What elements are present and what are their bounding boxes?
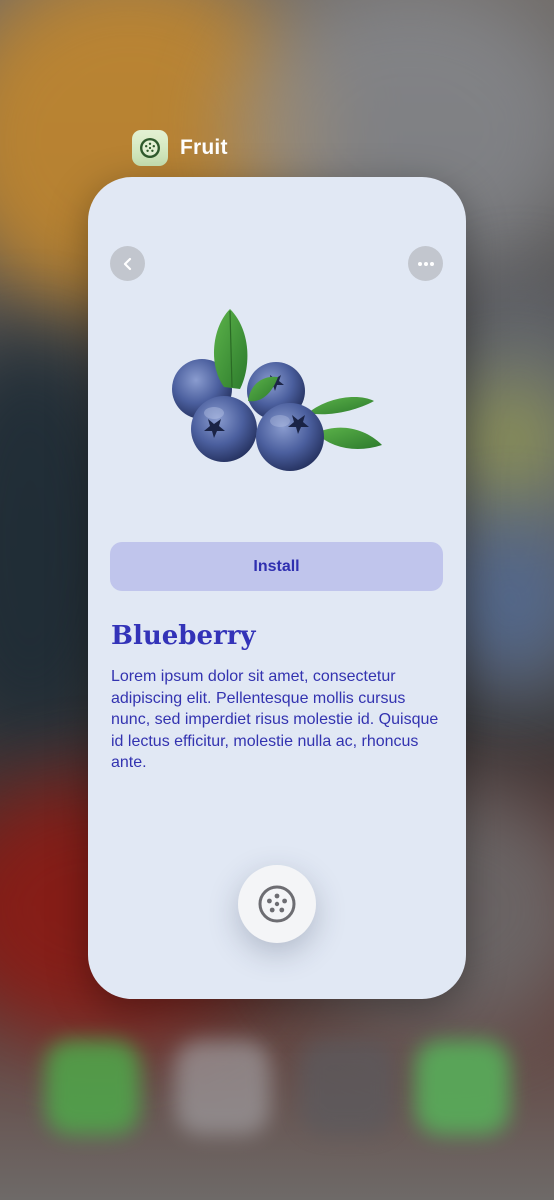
fruit-icon [258, 885, 296, 923]
fruit-fab-button[interactable] [238, 865, 316, 943]
app-switcher-label[interactable]: Fruit [132, 130, 228, 166]
app-name: Fruit [180, 136, 228, 159]
app-card[interactable]: Install Blueberry Lorem ipsum dolor sit … [88, 177, 466, 999]
chevron-left-icon [123, 257, 131, 270]
install-button[interactable]: Install [110, 542, 443, 591]
fruit-icon [132, 130, 168, 166]
back-button[interactable] [110, 246, 145, 281]
blueberries-image [172, 309, 382, 471]
fruit-title: Blueberry [111, 621, 256, 651]
more-button[interactable] [408, 246, 443, 281]
fruit-description: Lorem ipsum dolor sit amet, consectetur … [111, 668, 439, 771]
ellipsis-icon [417, 261, 434, 266]
